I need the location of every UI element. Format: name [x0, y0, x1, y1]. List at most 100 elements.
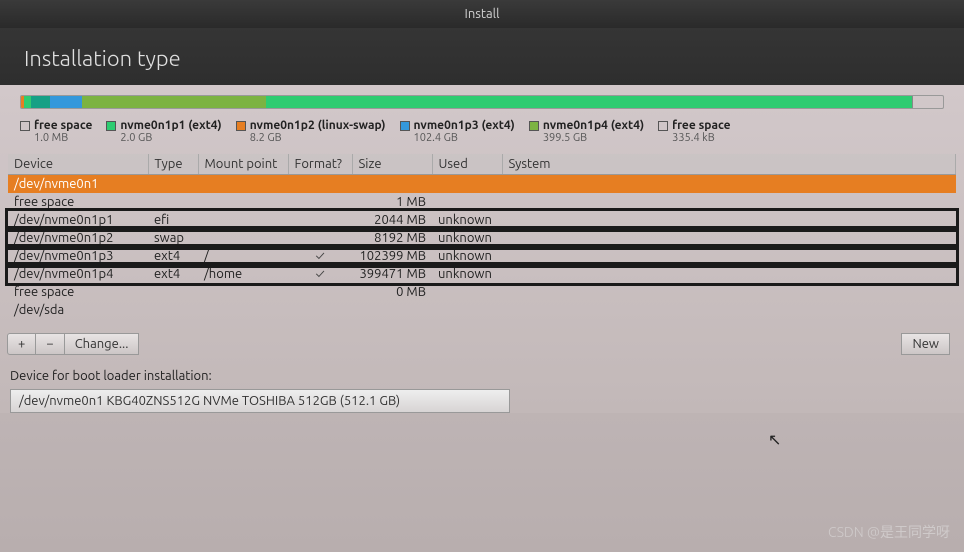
cell	[288, 283, 352, 301]
partition-toolbar: + − Change... New	[8, 333, 956, 355]
cell	[432, 283, 502, 301]
col-type[interactable]: Type	[148, 154, 198, 175]
partition-legend: free space1.0 MBnvme0n1p1 (ext4)2.0 GBnv…	[0, 115, 964, 154]
cell: /	[198, 247, 288, 265]
col-size[interactable]: Size	[352, 154, 432, 175]
remove-partition-button[interactable]: −	[35, 333, 64, 355]
col-used[interactable]: Used	[432, 154, 502, 175]
cell: unknown	[432, 265, 502, 283]
cell	[432, 175, 502, 194]
legend-swatch-icon	[236, 121, 246, 131]
legend-label: nvme0n1p3 (ext4)	[414, 119, 515, 132]
cell	[502, 283, 956, 301]
table-row[interactable]: /dev/nvme0n1p1efi2044 MBunknown	[8, 211, 956, 229]
disk-usage-bar	[20, 95, 944, 109]
legend-size: 399.5 GB	[543, 132, 644, 144]
cell	[198, 229, 288, 247]
cell: ext4	[148, 247, 198, 265]
cell	[288, 229, 352, 247]
cell: 102399 MB	[352, 247, 432, 265]
cell: free space	[8, 283, 148, 301]
legend-item: free space335.4 kB	[658, 119, 730, 144]
cell: /home	[198, 265, 288, 283]
add-partition-button[interactable]: +	[7, 333, 36, 355]
legend-label: nvme0n1p1 (ext4)	[120, 119, 221, 132]
cell	[148, 301, 198, 319]
col-system[interactable]: System	[502, 154, 956, 175]
cell: ✓	[288, 265, 352, 283]
page-title: Installation type	[24, 46, 181, 71]
usage-segment	[50, 96, 82, 108]
table-row[interactable]: free space1 MB	[8, 193, 956, 211]
cell	[198, 283, 288, 301]
table-row[interactable]: /dev/nvme0n1p3ext4/✓102399 MBunknown	[8, 247, 956, 265]
cell	[432, 193, 502, 211]
cell: 8192 MB	[352, 229, 432, 247]
cell: swap	[148, 229, 198, 247]
col-mount[interactable]: Mount point	[198, 154, 288, 175]
legend-size: 2.0 GB	[120, 132, 221, 144]
col-device[interactable]: Device	[8, 154, 148, 175]
legend-item: nvme0n1p3 (ext4)102.4 GB	[400, 119, 515, 144]
cell	[148, 193, 198, 211]
cell	[432, 301, 502, 319]
legend-swatch-icon	[106, 121, 116, 131]
table-row[interactable]: /dev/nvme0n1	[8, 175, 956, 194]
cell	[502, 211, 956, 229]
bootloader-device-dropdown[interactable]: /dev/nvme0n1 KBG40ZNS512G NVMe TOSHIBA 5…	[10, 389, 510, 413]
cell	[198, 193, 288, 211]
page-header: Installation type	[0, 28, 964, 85]
usage-segment	[24, 96, 31, 108]
cell	[502, 193, 956, 211]
legend-item: free space1.0 MB	[20, 119, 92, 144]
legend-label: nvme0n1p2 (linux-swap)	[250, 119, 386, 132]
legend-item: nvme0n1p2 (linux-swap)8.2 GB	[236, 119, 386, 144]
legend-item: nvme0n1p1 (ext4)2.0 GB	[106, 119, 221, 144]
usage-segment	[31, 96, 49, 108]
cell	[288, 301, 352, 319]
cell: 0 MB	[352, 283, 432, 301]
legend-size: 8.2 GB	[250, 132, 386, 144]
cell: /dev/nvme0n1p3	[8, 247, 148, 265]
cell	[148, 283, 198, 301]
usage-segment	[266, 96, 911, 108]
cell: /dev/sda	[8, 301, 148, 319]
change-partition-button[interactable]: Change...	[64, 333, 140, 355]
usage-segment	[912, 96, 914, 108]
legend-size: 1.0 MB	[34, 132, 92, 144]
legend-label: free space	[34, 119, 92, 132]
new-partition-table-button[interactable]: New	[901, 333, 950, 355]
legend-swatch-icon	[658, 121, 668, 131]
cell: ✓	[288, 247, 352, 265]
cell: unknown	[432, 229, 502, 247]
cell: /dev/nvme0n1	[8, 175, 148, 194]
cell: 399471 MB	[352, 265, 432, 283]
usage-segment	[82, 96, 266, 108]
legend-size: 102.4 GB	[414, 132, 515, 144]
table-row[interactable]: free space 0 MB	[8, 283, 956, 301]
cell	[288, 211, 352, 229]
table-row[interactable]: /dev/sda	[8, 301, 956, 319]
cell	[502, 175, 956, 194]
legend-swatch-icon	[20, 121, 30, 131]
cell	[502, 265, 956, 283]
table-row[interactable]: /dev/nvme0n1p4ext4/home✓399471 MBunknown	[8, 265, 956, 283]
cell	[148, 175, 198, 194]
legend-item: nvme0n1p4 (ext4)399.5 GB	[529, 119, 644, 144]
col-format[interactable]: Format?	[288, 154, 352, 175]
cell	[502, 301, 956, 319]
cell	[352, 301, 432, 319]
cell: unknown	[432, 247, 502, 265]
watermark: CSDN @是王同学呀	[828, 522, 950, 542]
cell: 2044 MB	[352, 211, 432, 229]
cell: free space	[8, 193, 148, 211]
legend-size: 335.4 kB	[672, 132, 730, 144]
table-row[interactable]: /dev/nvme0n1p2swap8192 MBunknown	[8, 229, 956, 247]
legend-swatch-icon	[529, 121, 539, 131]
partition-table[interactable]: Device Type Mount point Format? Size Use…	[8, 154, 956, 319]
cell	[198, 211, 288, 229]
cell	[502, 229, 956, 247]
cell	[198, 175, 288, 194]
cell	[352, 175, 432, 194]
bootloader-label: Device for boot loader installation:	[0, 361, 964, 387]
